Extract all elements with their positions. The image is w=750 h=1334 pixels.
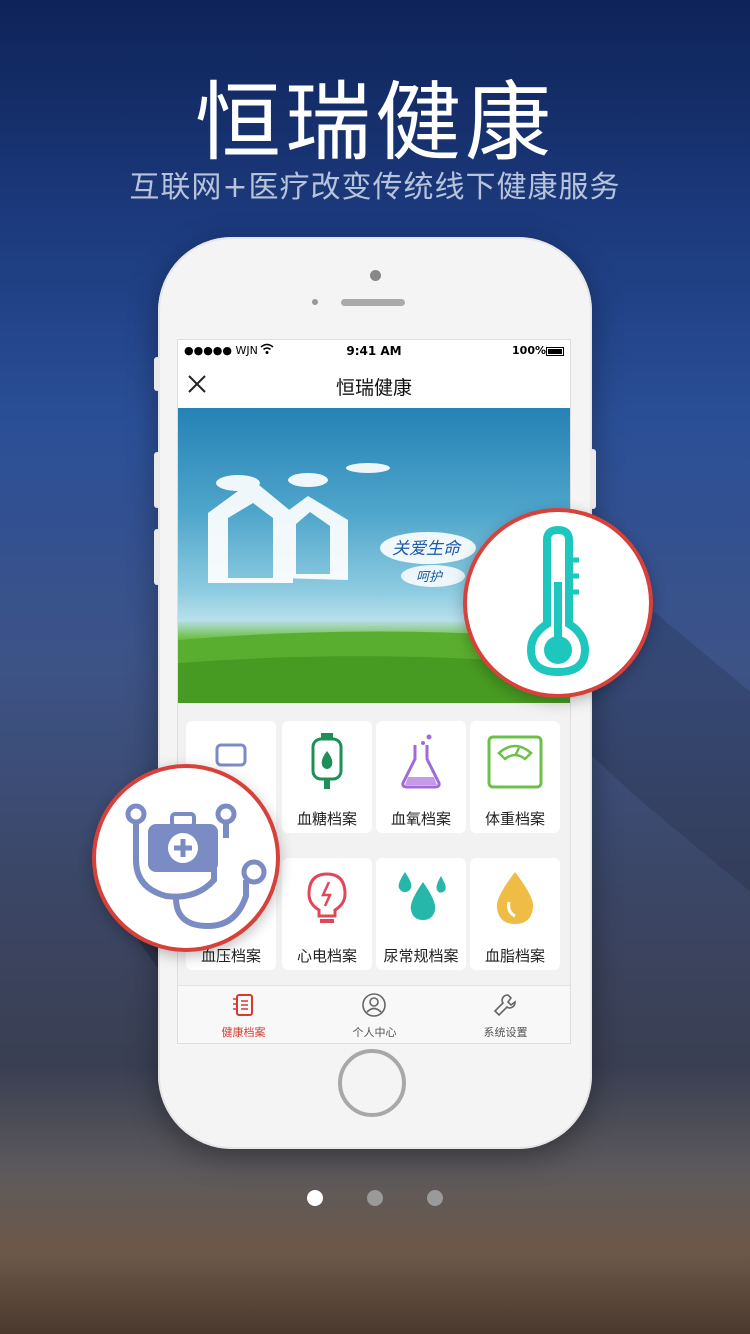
tile-label: 血糖档案 (296, 810, 357, 828)
tile-blood-oxygen[interactable]: 血氧档案 (376, 721, 466, 833)
mute-switch (154, 357, 160, 391)
tile-label: 尿常规档案 (383, 947, 459, 965)
pager-dot-3[interactable] (427, 1190, 443, 1206)
records-icon (233, 994, 253, 1016)
volume-down-button (154, 529, 160, 585)
bulb-icon (307, 872, 347, 923)
user-icon (362, 993, 386, 1017)
tile-label: 血脂档案 (484, 947, 545, 965)
home-button[interactable] (338, 1049, 406, 1117)
power-button (590, 449, 596, 509)
front-camera (370, 270, 381, 281)
tab-label: 个人中心 (352, 1026, 397, 1039)
iv-bag-icon (311, 733, 343, 789)
volume-up-button (154, 452, 160, 508)
tab-personal-center[interactable]: 个人中心 (309, 986, 440, 1043)
flask-icon (401, 734, 441, 789)
tab-label: 系统设置 (483, 1026, 528, 1039)
tile-weight[interactable]: 体重档案 (470, 721, 560, 833)
tile-label: 体重档案 (484, 810, 545, 828)
tile-urine[interactable]: 尿常规档案 (376, 858, 466, 970)
tab-label: 健康档案 (221, 1026, 266, 1039)
battery-percent: 100% (512, 344, 546, 357)
drops-icon (398, 872, 446, 920)
pager-dot-2[interactable] (367, 1190, 383, 1206)
tile-ecg[interactable]: 心电档案 (282, 858, 372, 970)
scale-icon (487, 735, 543, 789)
status-bar: ●●●●● WJN 9:41 AM 100% (178, 340, 570, 362)
earpiece-speaker (341, 299, 405, 306)
thermometer-icon (526, 525, 590, 677)
stethoscope-badge (92, 764, 280, 952)
tile-label: 心电档案 (296, 947, 357, 965)
tab-system-settings[interactable]: 系统设置 (440, 986, 570, 1043)
wrench-icon (493, 994, 516, 1017)
proximity-sensor (312, 299, 318, 305)
tile-blood-sugar[interactable]: 血糖档案 (282, 721, 372, 833)
banner-slogan-1: 关爱生命 (392, 539, 462, 559)
banner-slogan-2: 呵护 (416, 570, 444, 585)
tab-health-records[interactable]: 健康档案 (178, 986, 309, 1043)
stethoscope-icon (125, 803, 267, 930)
tab-bar: 健康档案 个人中心 系统设置 (178, 985, 570, 1043)
nav-bar: 恒瑞健康 (178, 362, 570, 409)
tile-blood-lipid[interactable]: 血脂档案 (470, 858, 560, 970)
thermometer-badge (463, 508, 653, 698)
battery-icon (546, 347, 564, 356)
pager-dot-1[interactable] (307, 1190, 323, 1206)
drop-icon (496, 872, 534, 924)
page-title: 恒瑞健康 (335, 377, 412, 399)
tile-label: 血氧档案 (390, 810, 451, 828)
